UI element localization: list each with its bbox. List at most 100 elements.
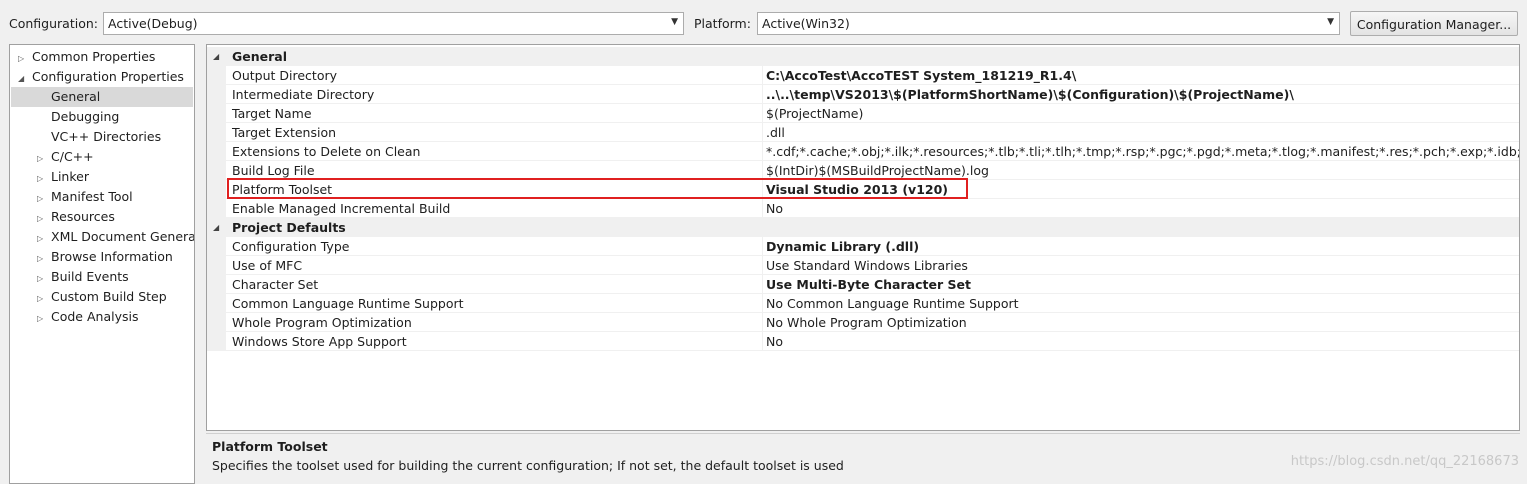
configuration-label: Configuration:: [9, 16, 98, 31]
grid-vline: [762, 275, 763, 294]
property-row[interactable]: Windows Store App Support No: [207, 332, 1519, 351]
category-name: General: [232, 49, 287, 64]
chevron-down-icon: ▼: [1327, 17, 1334, 27]
tree-item[interactable]: ▷ Code Analysis: [37, 307, 138, 327]
property-row[interactable]: Output Directory C:\AccoTest\AccoTEST Sys…: [207, 66, 1519, 85]
platform-value: Active(Win32): [762, 16, 850, 31]
configuration-dropdown[interactable]: Active(Debug) ▼: [103, 12, 684, 35]
property-name: Whole Program Optimization: [232, 315, 412, 330]
collapse-icon[interactable]: ◢: [213, 218, 219, 237]
tree-item[interactable]: General: [11, 87, 193, 107]
expand-icon[interactable]: ▷: [37, 249, 51, 269]
expand-icon[interactable]: ▷: [37, 209, 51, 229]
property-value[interactable]: .dll: [766, 123, 785, 142]
property-value[interactable]: No Common Language Runtime Support: [766, 294, 1019, 313]
tree-item-label: VC++ Directories: [51, 129, 162, 144]
property-row[interactable]: Target Name $(ProjectName): [207, 104, 1519, 123]
property-value[interactable]: *.cdf;*.cache;*.obj;*.ilk;*.resources;*.…: [766, 142, 1519, 161]
tree-item[interactable]: Debugging: [37, 107, 119, 127]
grid-gutter: [207, 85, 226, 104]
category-row[interactable]: ◢ General: [207, 47, 1519, 66]
tree-item[interactable]: ▷ Resources: [37, 207, 115, 227]
property-value[interactable]: ..\..\temp\VS2013\$(PlatformShortName)\$…: [766, 85, 1294, 104]
tree-item[interactable]: ▷ Manifest Tool: [37, 187, 133, 207]
property-row[interactable]: Target Extension .dll: [207, 123, 1519, 142]
grid-gutter: [207, 275, 226, 294]
grid-gutter: [207, 237, 226, 256]
platform-dropdown[interactable]: Active(Win32) ▼: [757, 12, 1340, 35]
tree-item-label: Linker: [51, 169, 89, 184]
property-name: Common Language Runtime Support: [232, 296, 464, 311]
grid-gutter: [207, 256, 226, 275]
property-value[interactable]: No: [766, 199, 783, 218]
tree-item-label: C/C++: [51, 149, 94, 164]
grid-vline: [762, 66, 763, 85]
tree-item[interactable]: ▷ Custom Build Step: [37, 287, 167, 307]
property-name: Target Name: [232, 106, 312, 121]
tree-item[interactable]: ▷ XML Document Generat: [37, 227, 194, 249]
tree-item[interactable]: ▷ Linker: [37, 167, 89, 187]
grid-gutter: [207, 66, 226, 85]
tree-item[interactable]: ▷ Common Properties: [18, 47, 155, 67]
property-row[interactable]: Configuration Type Dynamic Library (.dll): [207, 237, 1519, 256]
property-value[interactable]: $(ProjectName): [766, 104, 863, 123]
grid-gutter: [207, 180, 226, 199]
grid-vline: [762, 313, 763, 332]
grid-vline: [762, 237, 763, 256]
description-title: Platform Toolset: [212, 439, 328, 454]
expand-icon[interactable]: ▷: [37, 169, 51, 189]
collapse-icon[interactable]: ◢: [213, 47, 219, 66]
property-name: Output Directory: [232, 68, 338, 83]
tree-item-label: Configuration Properties: [32, 69, 184, 84]
property-row[interactable]: Whole Program Optimization No Whole Progr…: [207, 313, 1519, 332]
category-row[interactable]: ◢ Project Defaults: [207, 218, 1519, 237]
chevron-down-icon: ▼: [671, 17, 678, 27]
expand-icon[interactable]: ▷: [37, 229, 51, 249]
tree-item-label: Code Analysis: [51, 309, 139, 324]
property-name: Use of MFC: [232, 258, 303, 273]
property-tree[interactable]: ▷ Common Properties ◢ Configuration Propert…: [9, 44, 195, 484]
platform-label: Platform:: [694, 16, 751, 31]
tree-item[interactable]: ▷ C/C++: [37, 147, 94, 167]
property-name: Character Set: [232, 277, 319, 292]
expand-icon[interactable]: ▷: [37, 309, 51, 329]
property-value[interactable]: Dynamic Library (.dll): [766, 237, 919, 256]
property-row[interactable]: Intermediate Directory ..\..\temp\VS2013\…: [207, 85, 1519, 104]
tree-item[interactable]: ▷ Build Events: [37, 267, 129, 287]
grid-vline: [762, 123, 763, 142]
configuration-manager-button[interactable]: Configuration Manager...: [1350, 11, 1518, 36]
property-row[interactable]: Extensions to Delete on Clean *.cdf;*.cac…: [207, 142, 1519, 161]
property-row[interactable]: Enable Managed Incremental Build No: [207, 199, 1519, 218]
property-row[interactable]: Common Language Runtime Support No Common…: [207, 294, 1519, 313]
tree-item[interactable]: ◢ Configuration Properties: [18, 67, 184, 87]
property-value[interactable]: No Whole Program Optimization: [766, 313, 967, 332]
tree-item-label: Common Properties: [32, 49, 156, 64]
property-value[interactable]: Use Standard Windows Libraries: [766, 256, 968, 275]
property-row[interactable]: Use of MFC Use Standard Windows Libraries: [207, 256, 1519, 275]
tree-item[interactable]: VC++ Directories: [37, 127, 161, 147]
grid-gutter: [207, 332, 226, 351]
grid-vline: [762, 256, 763, 275]
property-name: Enable Managed Incremental Build: [232, 201, 451, 216]
grid-hline: [226, 350, 1519, 351]
property-row[interactable]: Character Set Use Multi-Byte Character Se…: [207, 275, 1519, 294]
property-value[interactable]: C:\AccoTest\AccoTEST System_181219_R1.4\: [766, 66, 1076, 85]
property-grid[interactable]: ◢ General Output Directory C:\AccoTest\Acco…: [206, 44, 1520, 431]
property-value[interactable]: Use Multi-Byte Character Set: [766, 275, 971, 294]
expand-icon[interactable]: ▷: [18, 49, 32, 69]
grid-gutter: [207, 161, 226, 180]
expand-icon[interactable]: ▷: [37, 289, 51, 309]
configuration-value: Active(Debug): [108, 16, 198, 31]
description-text: Specifies the toolset used for building …: [212, 458, 844, 473]
expand-icon[interactable]: ▷: [37, 149, 51, 169]
property-value[interactable]: No: [766, 332, 783, 351]
grid-gutter: [207, 142, 226, 161]
property-name: Windows Store App Support: [232, 334, 407, 349]
grid-gutter: [207, 123, 226, 142]
watermark: https://blog.csdn.net/qq_22168673: [1290, 454, 1519, 469]
tree-item[interactable]: ▷ Browse Information: [37, 247, 173, 267]
expand-icon[interactable]: ▷: [37, 189, 51, 209]
expand-icon[interactable]: ▷: [37, 269, 51, 289]
collapse-icon[interactable]: ◢: [18, 69, 32, 89]
tree-item-label: Debugging: [51, 109, 120, 124]
